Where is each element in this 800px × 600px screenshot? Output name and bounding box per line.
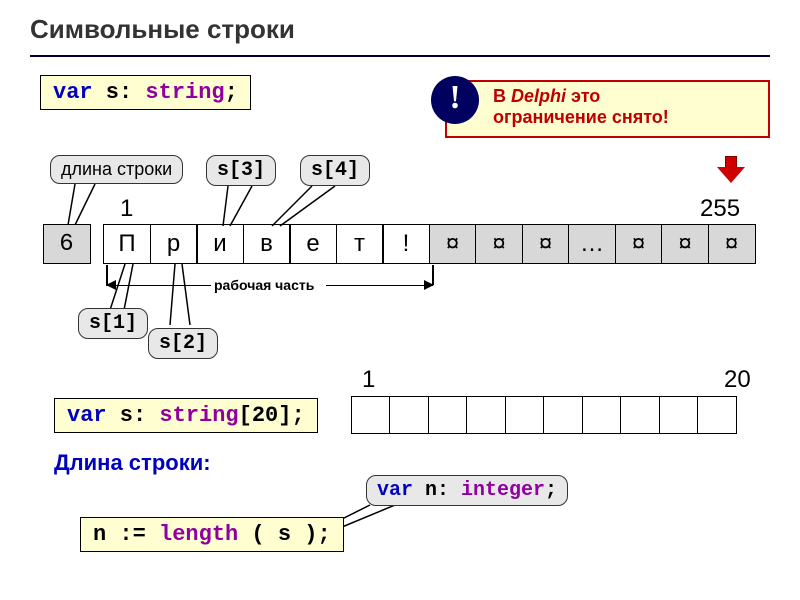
decln-semi: ; <box>545 479 557 502</box>
cell-pad: ¤ <box>475 224 523 264</box>
cell: в <box>243 224 291 264</box>
cell-dots: … <box>568 224 616 264</box>
decl2-mid: s: <box>107 403 160 428</box>
decl2-size: [20] <box>239 403 292 428</box>
index-1: 1 <box>120 195 133 223</box>
cell: П <box>103 224 151 264</box>
decl-string20-box: var s: string[20]; <box>54 398 318 433</box>
fn-length: length <box>159 522 238 547</box>
cell: т <box>336 224 384 264</box>
decl-mid: s: <box>93 80 146 105</box>
cell: и <box>196 224 244 264</box>
cell-pad: ¤ <box>522 224 570 264</box>
kw-string: string <box>145 80 224 105</box>
callout-s3: s[3] <box>206 155 276 186</box>
cell-pad: ¤ <box>708 224 756 264</box>
length-heading: Длина строки: <box>54 450 211 476</box>
red-arrow-icon <box>717 156 745 183</box>
callout-length: длина строки <box>50 155 183 184</box>
divider <box>30 55 770 57</box>
len-lhs: n := <box>93 522 159 547</box>
kw-var: var <box>53 80 93 105</box>
callout-s2: s[2] <box>148 328 218 359</box>
decl-semi: ; <box>225 80 238 105</box>
note-box: ! В Delphi это ограничение снято! <box>445 80 770 138</box>
cell-len: 6 <box>43 224 91 264</box>
decl2-semi: ; <box>291 403 304 428</box>
callout-s1: s[1] <box>78 308 148 339</box>
working-part-label: рабочая часть <box>214 277 314 293</box>
callout-s4: s[4] <box>300 155 370 186</box>
index20-1: 1 <box>362 366 375 394</box>
note-text: В Delphi это ограничение снято! <box>487 82 768 132</box>
cell-pad: ¤ <box>661 224 709 264</box>
length-expr-box: n := length ( s ); <box>80 517 344 552</box>
kw-var3: var <box>377 479 413 502</box>
cell: е <box>289 224 337 264</box>
note-em: Delphi <box>511 86 566 106</box>
cell: ! <box>382 224 430 264</box>
len-args: ( s ); <box>238 522 330 547</box>
bracket-left <box>106 285 211 286</box>
cell: р <box>150 224 198 264</box>
note-suffix: это <box>566 86 600 106</box>
index-255: 255 <box>700 195 740 223</box>
note-line2: ограничение снято! <box>493 107 669 127</box>
index20-20: 20 <box>724 366 751 394</box>
decl-n-box: var n: integer; <box>366 475 568 506</box>
decl-string-box: var s: string; <box>40 75 251 110</box>
kw-integer: integer <box>461 479 545 502</box>
cell-pad: ¤ <box>429 224 477 264</box>
exclamation-icon: ! <box>431 76 479 124</box>
decln-mid: n: <box>413 479 461 502</box>
cell-pad: ¤ <box>615 224 663 264</box>
string-row: 6 П р и в е т ! ¤ ¤ ¤ … ¤ ¤ ¤ <box>44 224 756 264</box>
note-prefix: В <box>493 86 511 106</box>
string20-row <box>352 396 737 434</box>
slide-title: Символьные строки <box>30 14 770 45</box>
bracket-right <box>326 285 433 286</box>
kw-string2: string <box>159 403 238 428</box>
kw-var2: var <box>67 403 107 428</box>
